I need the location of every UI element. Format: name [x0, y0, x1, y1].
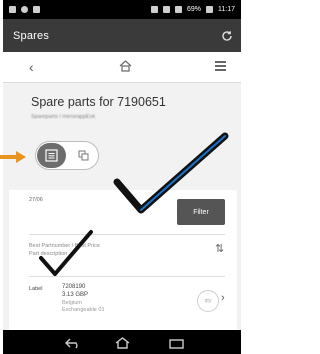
grid-icon — [78, 150, 89, 161]
list-view-button[interactable] — [37, 143, 66, 168]
system-nav-bar — [3, 330, 241, 354]
result-count: 27/06 — [29, 197, 43, 203]
vibrate-icon — [162, 6, 170, 13]
app-bar: Spares — [3, 19, 241, 52]
battery-percent: 69% — [186, 6, 201, 13]
quantity-input[interactable]: qty — [197, 290, 219, 312]
refresh-icon[interactable] — [221, 30, 233, 42]
clock: 11:17 — [218, 6, 235, 13]
page-title: Spare parts for 7190651 — [31, 95, 166, 109]
list-icon — [45, 149, 58, 162]
sort-icon[interactable]: ⇅ — [215, 242, 224, 255]
view-toggle[interactable] — [35, 141, 99, 170]
chevron-right-icon[interactable]: › — [221, 292, 225, 304]
back-icon[interactable] — [65, 336, 81, 354]
phone-screen: 69% 11:17 Spares ‹ Spare parts for 71906… — [3, 0, 241, 354]
recent-apps-icon[interactable] — [169, 336, 184, 354]
android-icon — [33, 6, 40, 13]
home-icon[interactable] — [119, 59, 132, 77]
item-origin: Belgium — [62, 300, 82, 306]
battery-icon — [206, 6, 213, 13]
status-right: 69% 11:17 — [150, 6, 235, 13]
chevron-left-icon[interactable]: ‹ — [29, 59, 34, 75]
item-status: Exchangeable 01 — [62, 307, 105, 313]
signal-icon — [174, 6, 182, 13]
arrow-right-icon — [0, 151, 26, 163]
item-part-number: 7208190 — [62, 284, 86, 290]
nfc-icon — [150, 6, 158, 13]
home-button-icon[interactable] — [115, 336, 130, 354]
checkmark-small-icon — [39, 230, 93, 276]
menu-icon[interactable] — [215, 61, 226, 73]
checkmark-large-icon — [113, 132, 229, 214]
nav-row: ‹ — [3, 52, 241, 83]
breadcrumb: Spareparts / mirrorappEvk — [31, 114, 96, 120]
list-item[interactable]: Label 7208190 3.13 GBP Belgium Exchangea… — [29, 282, 225, 324]
status-left — [9, 6, 40, 13]
grid-view-button[interactable] — [69, 143, 98, 168]
app-title: Spares — [13, 29, 50, 42]
status-bar: 69% 11:17 — [3, 0, 241, 19]
item-label: Label — [29, 286, 43, 292]
item-price: 3.13 GBP — [62, 292, 89, 298]
notification-icon — [9, 6, 16, 13]
usb-icon — [21, 6, 28, 13]
